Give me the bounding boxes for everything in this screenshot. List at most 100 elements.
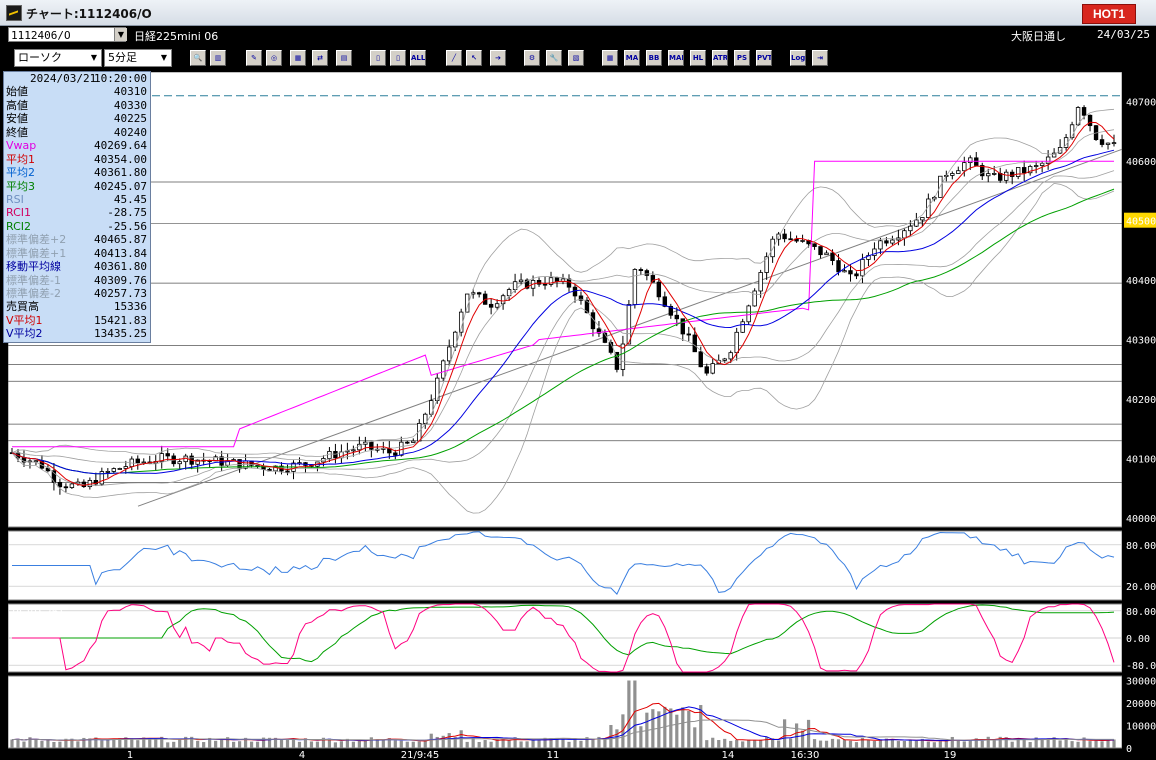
candle (758, 272, 763, 292)
chart-app-icon (6, 5, 22, 21)
hl-icon[interactable]: HL (690, 50, 706, 66)
bb-icon[interactable]: BB (646, 50, 662, 66)
chevron-down-icon: ▼ (90, 53, 98, 62)
volume-bar (531, 739, 535, 748)
info-value: 15336 (113, 300, 147, 314)
candle (860, 259, 865, 277)
volume-bar (639, 726, 643, 748)
volume-bar (747, 739, 751, 748)
info-row: 始値 40310 (4, 85, 150, 98)
code-input[interactable]: 1112406/O (8, 27, 126, 42)
cursor-icon[interactable]: ↖ (466, 50, 482, 66)
volume-bar (729, 740, 733, 748)
arrow-icon[interactable]: ➔ (490, 50, 506, 66)
rci-label: RCI(9,26) (12, 606, 63, 619)
volume-bar (693, 727, 697, 748)
candle (914, 219, 919, 227)
candle (842, 270, 847, 273)
candle (494, 303, 500, 308)
candle (33, 460, 39, 463)
candle2-icon[interactable]: ▯ (390, 50, 406, 66)
volume-bar (112, 739, 116, 748)
chart-window: チャート:1112406/O HOT1 1112406/O ▼ 日経225min… (0, 0, 1156, 760)
candle (57, 481, 63, 488)
ps-icon[interactable]: PS (734, 50, 750, 66)
volume-bar (255, 741, 260, 748)
x-axis-label: 4 (299, 750, 305, 760)
search-chart-icon[interactable]: ◎ (266, 50, 282, 66)
compare-icon[interactable]: ⇄ (312, 50, 328, 66)
grid-icon[interactable]: ▦ (602, 50, 618, 66)
chart-type-select[interactable]: ローソク ▼ (14, 49, 102, 67)
volume-bar (777, 740, 781, 748)
info-date: 2024/03/21 (30, 72, 97, 85)
color-icon[interactable]: ▧ (568, 50, 584, 66)
atr-icon[interactable]: ATR (712, 50, 728, 66)
all-icon[interactable]: ALL (410, 50, 426, 66)
zoom-icon[interactable]: 🔍 (190, 50, 206, 66)
volume-bar (579, 740, 583, 748)
volume-bar (357, 740, 361, 748)
volume-bar (741, 741, 745, 748)
volume-bar (220, 738, 224, 748)
layout-icon[interactable]: ▥ (210, 50, 226, 66)
info-panel: 2024/03/21 10:20:00 始値 40310 高値 40330 安値 4022… (3, 71, 151, 343)
wrench-icon[interactable]: 🔧 (546, 50, 562, 66)
candle (824, 252, 829, 256)
candle (812, 243, 817, 247)
note-icon[interactable]: ▤ (336, 50, 352, 66)
info-value: 40257.73 (94, 287, 147, 300)
volume-bar (794, 723, 799, 748)
volume-bar (381, 739, 385, 748)
info-label: 平均2 (6, 166, 35, 180)
chart-area[interactable]: 40700 40600 40500 40400 40300 40200 40100 40000… (0, 71, 1156, 760)
exit-icon[interactable]: ⇥ (812, 50, 828, 66)
volume-bar (1064, 739, 1068, 748)
volume-bar (291, 738, 296, 748)
candle (351, 449, 356, 452)
info-date-row: 2024/03/21 10:20:00 (4, 72, 150, 85)
settings-icon[interactable]: ⚙ (524, 50, 540, 66)
mae-icon[interactable]: MAE (668, 50, 684, 66)
volume-bar (723, 738, 727, 748)
volume-bar (956, 739, 960, 748)
info-row: V平均2 13435.25 (4, 327, 150, 340)
info-value: 40269.64 (94, 139, 147, 153)
log-icon[interactable]: Log (790, 50, 806, 66)
vol-tick-label: 10000 (1126, 722, 1156, 733)
info-row: 標準偏差-2 40257.73 (4, 287, 150, 300)
ma-icon[interactable]: MA (624, 50, 640, 66)
candle (69, 483, 75, 488)
volume-bar (591, 738, 595, 748)
candle-icon[interactable]: ▯ (370, 50, 386, 66)
candle (698, 351, 703, 368)
hot1-button[interactable]: HOT1 (1082, 4, 1136, 24)
volume-bar (166, 742, 170, 748)
info-value: 13435.25 (94, 327, 147, 341)
chevron-down-icon[interactable]: ▼ (114, 28, 127, 41)
candle (399, 441, 404, 456)
candle (848, 270, 853, 275)
volume-bar (285, 739, 290, 748)
candle (1004, 171, 1009, 181)
draw-icon[interactable]: ✎ (246, 50, 262, 66)
volume-bar (914, 740, 918, 748)
timeframe-select[interactable]: 5分足 ▼ (104, 49, 172, 67)
volume-bar (1094, 740, 1098, 748)
axis-area (1122, 72, 1156, 760)
volume-bar (309, 741, 314, 748)
indicator-icon[interactable]: ▦ (290, 50, 306, 66)
candle (878, 240, 883, 250)
line-tool-icon[interactable]: ╱ (446, 50, 462, 66)
candle (734, 331, 739, 354)
volume-bar (783, 719, 787, 748)
x-axis-label: 16:30 (791, 750, 820, 760)
volume-bar (154, 738, 158, 748)
volume-bar (669, 708, 673, 748)
candle (1021, 167, 1027, 174)
candle (135, 458, 140, 464)
candle (393, 452, 398, 456)
volume-bar (417, 741, 421, 748)
pvt-icon[interactable]: PVT (756, 50, 772, 66)
vol-tick-label: 20000 (1126, 699, 1156, 710)
